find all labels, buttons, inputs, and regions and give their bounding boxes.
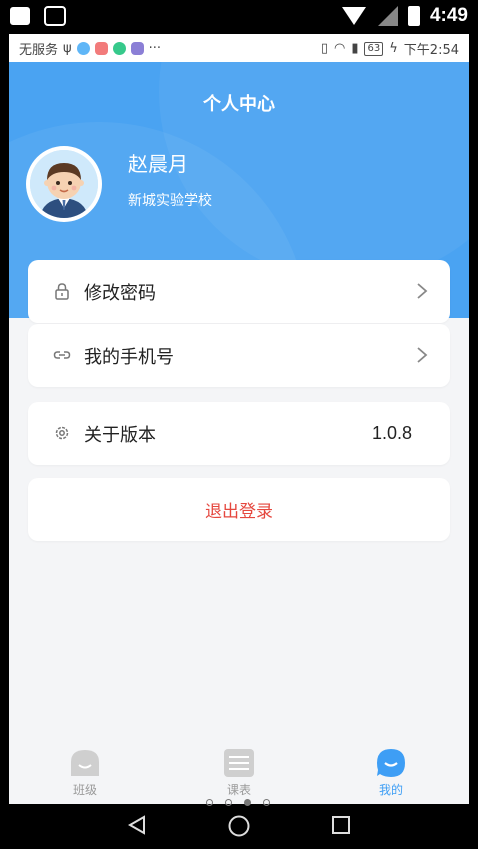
battery-icon xyxy=(407,6,420,26)
me-icon xyxy=(377,749,405,777)
chevron-right-icon xyxy=(417,283,428,299)
page-dot xyxy=(225,799,232,806)
vibrate-icon: ▯ xyxy=(320,41,328,56)
lock-icon xyxy=(55,283,69,300)
back-icon[interactable] xyxy=(126,814,148,836)
change-password-label: 修改密码 xyxy=(84,282,156,304)
logout-label: 退出登录 xyxy=(205,502,273,522)
page-dot xyxy=(263,799,270,806)
bottom-tab-bar: 班级 课表 我的 xyxy=(9,742,469,804)
app-icon-4 xyxy=(130,42,144,55)
notification-icon xyxy=(10,7,30,25)
signal-icon xyxy=(376,6,398,26)
store-icon xyxy=(44,6,66,26)
gear-icon xyxy=(55,426,69,440)
user-name: 赵晨月 xyxy=(128,152,188,176)
avatar-icon xyxy=(30,150,98,218)
version-number: 1.0.8 xyxy=(371,423,412,443)
system-time: 4:49 xyxy=(429,5,468,26)
about-version-label: 关于版本 xyxy=(84,424,156,446)
system-nav-bar xyxy=(0,799,478,849)
page-dot xyxy=(206,799,213,806)
schedule-icon xyxy=(224,749,254,777)
tab-me[interactable]: 我的 xyxy=(351,748,431,798)
change-password-item[interactable]: 修改密码 xyxy=(28,260,450,323)
tab-class[interactable]: 班级 xyxy=(45,748,125,798)
app-icon-2 xyxy=(94,42,108,55)
recents-icon[interactable] xyxy=(331,815,351,835)
tab-class-label: 班级 xyxy=(72,783,97,797)
about-version-item[interactable]: 关于版本 1.0.8 xyxy=(28,402,450,465)
chevron-right-icon xyxy=(417,347,428,363)
link-icon xyxy=(53,351,71,359)
app-icon-3 xyxy=(112,42,126,55)
tab-schedule-label: 课表 xyxy=(226,783,251,797)
sim-icon: ▮ xyxy=(351,41,359,56)
usb-icon: ψ xyxy=(63,41,72,56)
more-indicator: ··· xyxy=(148,41,161,56)
charging-icon: ϟ xyxy=(389,41,398,56)
wifi-small-icon: ◠ xyxy=(333,41,346,56)
tab-schedule[interactable]: 课表 xyxy=(199,748,279,798)
my-phone-label: 我的手机号 xyxy=(84,346,174,368)
app-time: 下午2:54 xyxy=(403,43,459,58)
home-icon[interactable] xyxy=(227,814,251,838)
app-status-bar: 无服务 ψ ··· ▯ ◠ ▮ 63 ϟ 下午2:54 xyxy=(9,34,469,62)
logout-button[interactable]: 退出登录 xyxy=(28,478,450,541)
avatar[interactable] xyxy=(26,146,102,222)
page-title: 个人中心 xyxy=(203,94,275,115)
tab-me-label: 我的 xyxy=(378,783,403,797)
page-indicator xyxy=(206,799,270,806)
my-phone-item[interactable]: 我的手机号 xyxy=(28,324,450,387)
class-icon xyxy=(71,750,99,776)
page-dot xyxy=(244,799,251,806)
app-icon-1 xyxy=(76,42,90,55)
carrier-text: 无服务 xyxy=(19,43,59,58)
system-status-bar: 4:49 xyxy=(0,0,478,34)
school-name: 新城实验学校 xyxy=(128,193,212,209)
wifi-icon xyxy=(341,7,366,25)
battery-level: 63 xyxy=(364,41,384,56)
app-screen: 无服务 ψ ··· ▯ ◠ ▮ 63 ϟ 下午2:54 个人中心 赵晨月 新城实… xyxy=(9,34,469,804)
